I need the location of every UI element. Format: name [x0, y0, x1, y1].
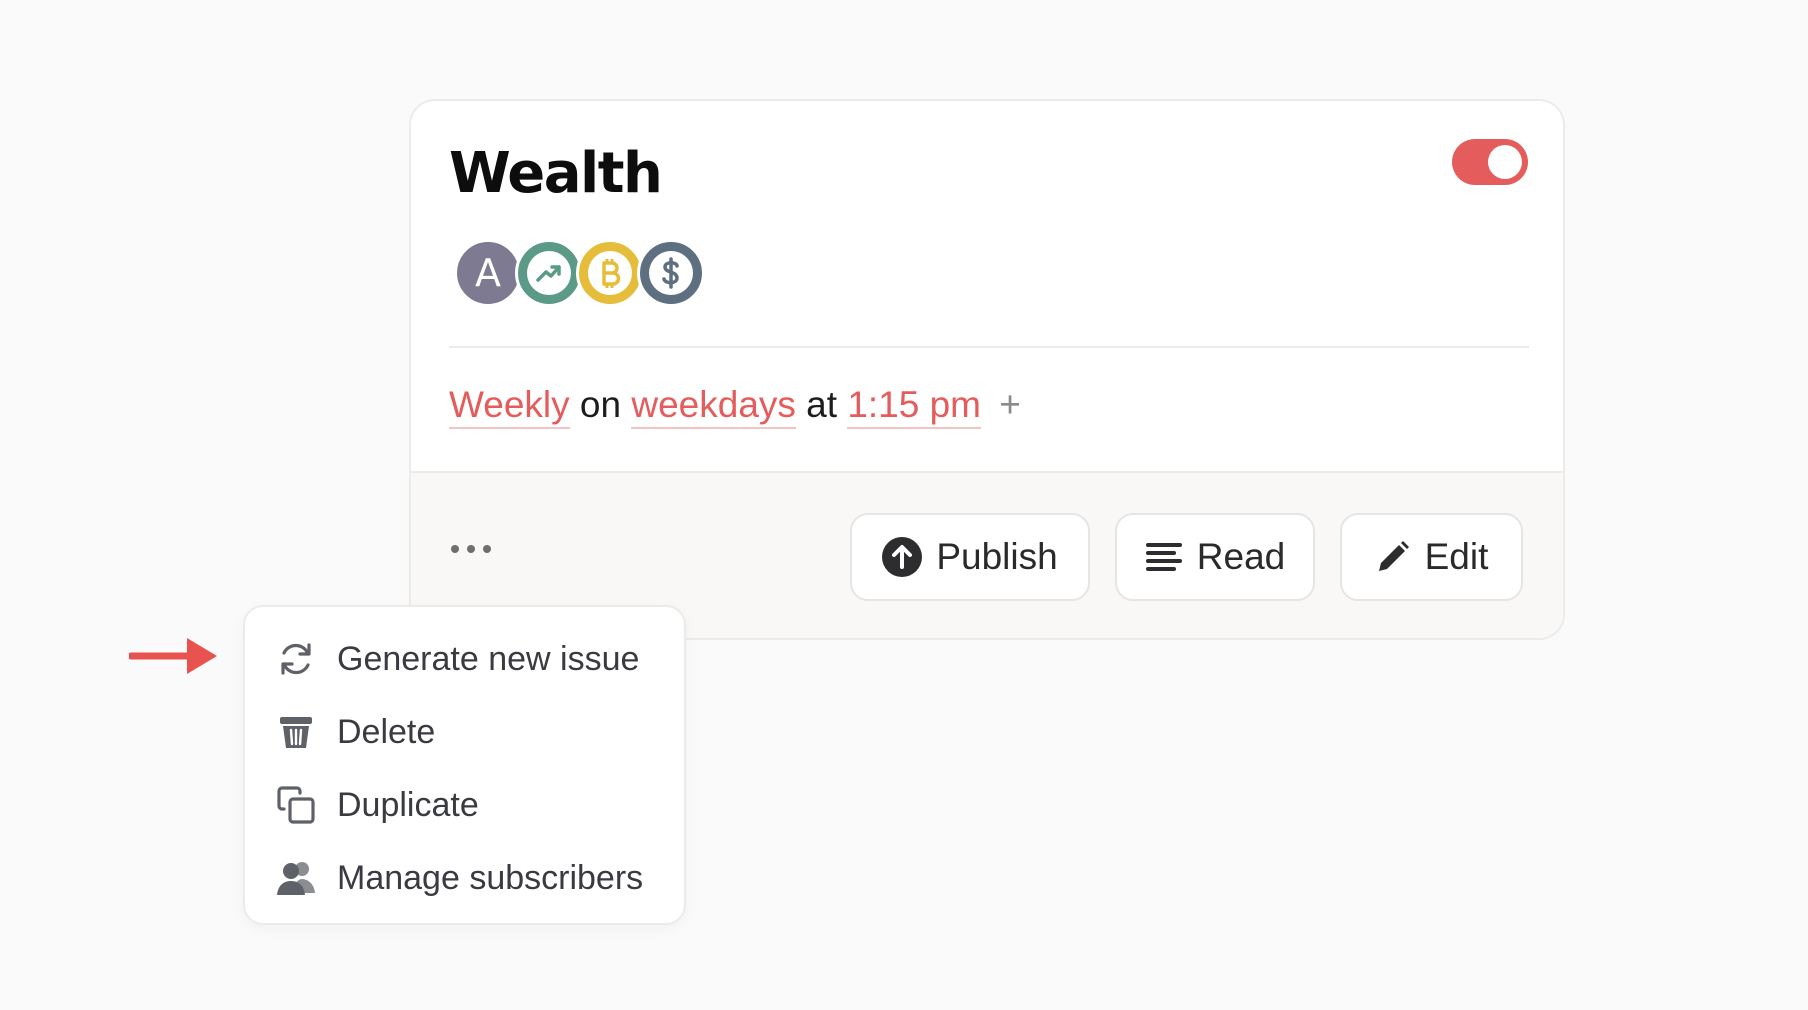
bitcoin-icon[interactable] [576, 239, 644, 307]
more-options-button[interactable] [451, 541, 491, 557]
time-selector[interactable]: 1:15 pm [847, 384, 982, 429]
text-lines-icon [1145, 541, 1183, 573]
menu-item-label: Duplicate [337, 785, 479, 824]
more-options-menu: Generate new issue Delete Duplicate Mana… [243, 605, 686, 925]
card-divider [449, 346, 1529, 348]
schedule-sentence: Weekly on weekdays at 1:15 pm + [449, 384, 1021, 429]
menu-item-delete[interactable]: Delete [275, 707, 435, 757]
source-avatars: A [454, 239, 705, 307]
trending-up-icon[interactable] [515, 239, 583, 307]
read-label: Read [1196, 536, 1286, 577]
copy-icon [275, 785, 317, 825]
refresh-icon [275, 639, 317, 679]
card-title: Wealth [449, 141, 663, 206]
users-icon [275, 860, 317, 896]
menu-item-generate-new-issue[interactable]: Generate new issue [275, 634, 639, 684]
menu-item-label: Delete [337, 712, 436, 751]
upload-arrow-icon [882, 537, 923, 577]
days-selector[interactable]: weekdays [631, 384, 796, 429]
menu-item-label: Manage subscribers [337, 858, 644, 897]
pointer-arrow-icon [127, 634, 219, 683]
source-a-letter: A [475, 251, 501, 295]
newsletter-card: Wealth A Weekly on weekdays at 1:15 pm +… [409, 99, 1565, 640]
publish-label: Publish [936, 536, 1058, 577]
dollar-icon[interactable] [637, 239, 705, 307]
edit-label: Edit [1424, 536, 1489, 577]
enabled-toggle[interactable] [1452, 139, 1528, 185]
publish-button[interactable]: Publish [850, 513, 1090, 601]
ellipsis-icon [451, 545, 459, 553]
pencil-icon [1375, 539, 1411, 575]
edit-button[interactable]: Edit [1340, 513, 1523, 601]
ellipsis-icon [467, 545, 475, 553]
menu-item-manage-subscribers[interactable]: Manage subscribers [275, 853, 643, 903]
toggle-knob [1488, 145, 1522, 179]
trash-icon [275, 713, 317, 751]
menu-item-duplicate[interactable]: Duplicate [275, 780, 479, 830]
schedule-on-text: on [579, 384, 622, 425]
source-a-icon[interactable]: A [454, 239, 522, 307]
schedule-at-text: at [806, 384, 838, 425]
menu-item-label: Generate new issue [337, 639, 640, 678]
read-button[interactable]: Read [1115, 513, 1315, 601]
add-schedule-button[interactable]: + [999, 384, 1021, 425]
frequency-selector[interactable]: Weekly [449, 384, 570, 429]
ellipsis-icon [483, 545, 491, 553]
